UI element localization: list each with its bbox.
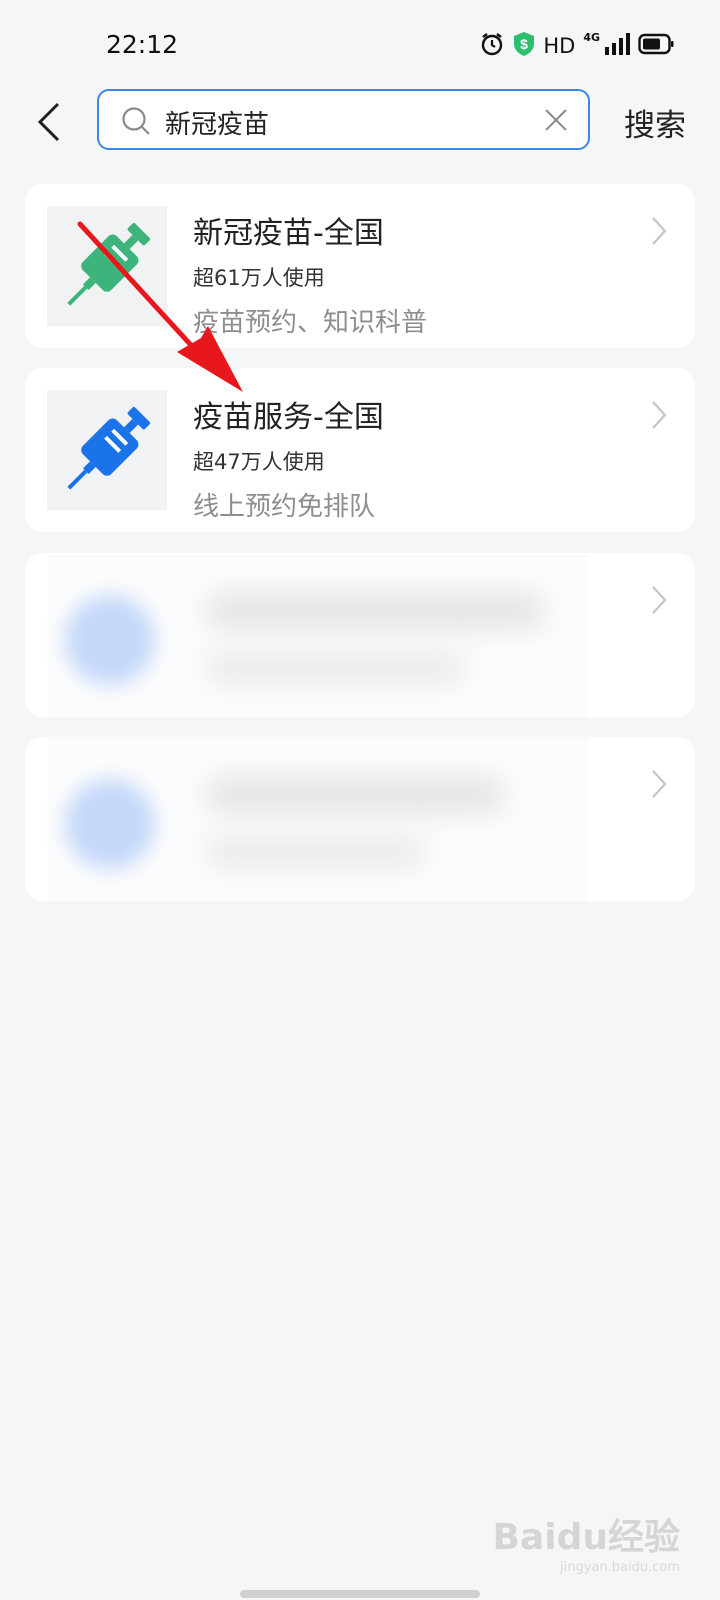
chevron-right-icon [652, 770, 667, 798]
chevron-right-icon [652, 401, 667, 429]
battery-icon [638, 33, 674, 59]
result-card[interactable]: 疫苗服务-全国 超47万人使用 线上预约免排队 [25, 368, 695, 532]
syringe-icon [67, 222, 151, 306]
search-query: 新冠疫苗 [165, 110, 270, 140]
result-card[interactable]: 新冠疫苗-全国 超61万人使用 疫苗预约、知识科普 [25, 184, 695, 348]
result-thumbnail [47, 206, 167, 326]
result-user-count: 超61万人使用 [193, 266, 325, 290]
alarm-icon [479, 31, 505, 61]
blur-overlay [48, 555, 588, 921]
watermark: Baidu经验 jingyan.baidu.com [493, 1508, 680, 1575]
home-indicator[interactable] [240, 1590, 480, 1598]
clear-icon[interactable] [544, 108, 568, 136]
hd-label: HD [543, 34, 576, 58]
result-description: 疫苗预约、知识科普 [193, 308, 428, 338]
network-type-label: 4G [583, 31, 600, 44]
status-icons: $ HD 4G [479, 32, 674, 60]
signal-icon [604, 32, 630, 60]
back-button[interactable] [26, 96, 72, 148]
chevron-left-icon [37, 102, 60, 142]
status-bar: 22:12 $ HD 4G [0, 0, 720, 90]
search-icon [121, 106, 151, 140]
syringe-icon [67, 406, 151, 490]
search-button[interactable]: 搜索 [624, 100, 686, 145]
watermark-url: jingyan.baidu.com [560, 1560, 680, 1575]
chevron-right-icon [652, 586, 667, 614]
chevron-right-icon [652, 217, 667, 245]
security-shield-icon: $ [513, 31, 535, 61]
search-input[interactable]: 新冠疫苗 [97, 89, 590, 150]
result-title: 新冠疫苗-全国 [193, 216, 384, 251]
watermark-logo: Baidu经验 [492, 1517, 680, 1558]
result-thumbnail [47, 390, 167, 510]
result-title: 疫苗服务-全国 [193, 400, 384, 435]
status-time: 22:12 [106, 30, 179, 59]
result-description: 线上预约免排队 [193, 492, 376, 522]
result-user-count: 超47万人使用 [193, 450, 325, 474]
svg-text:$: $ [520, 36, 528, 52]
